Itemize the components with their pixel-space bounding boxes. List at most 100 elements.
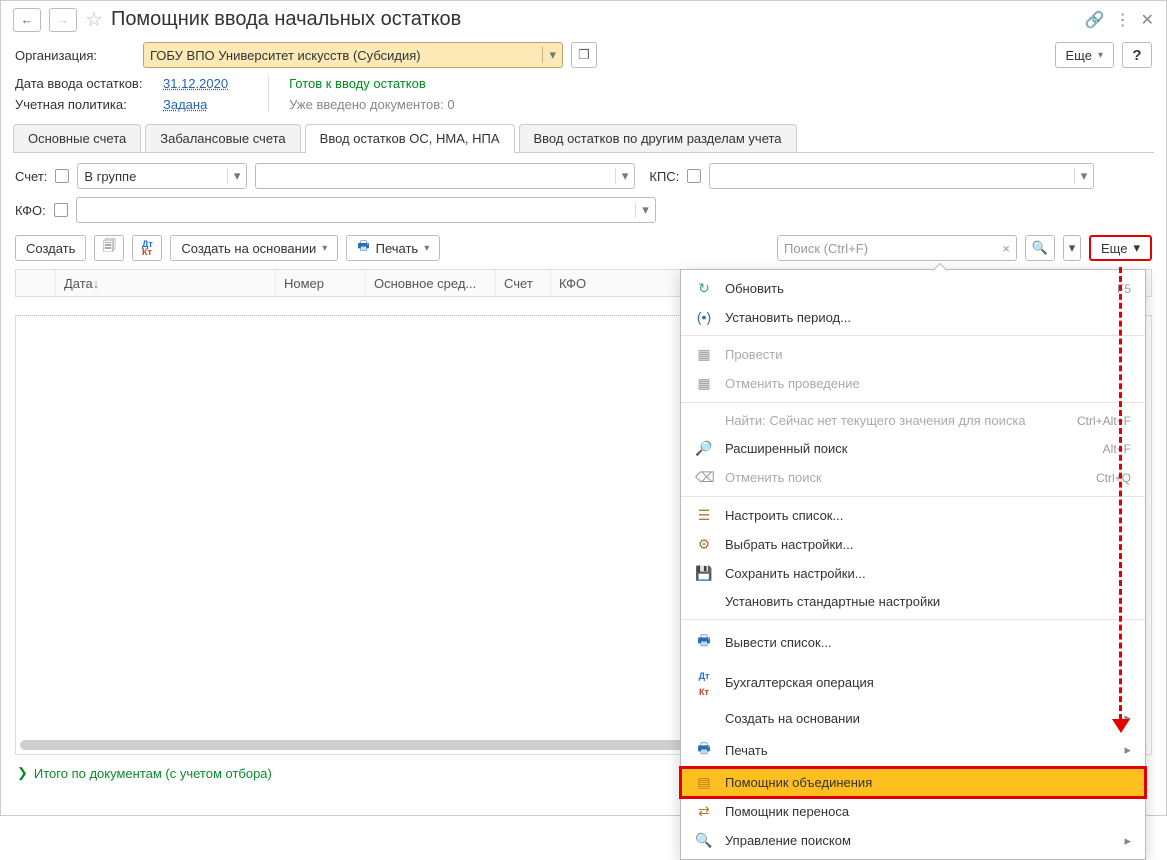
chevron-down-icon[interactable]: ▾	[542, 47, 556, 63]
menu-label: Обновить	[725, 281, 1105, 296]
menu-icon: ДтКт	[695, 666, 713, 698]
menu-label: Найти: Сейчас нет текущего значения для …	[725, 413, 1065, 428]
dtkt-button[interactable]: ДтКт	[132, 235, 162, 261]
menu-item: Найти: Сейчас нет текущего значения для …	[681, 407, 1145, 434]
menu-item[interactable]: 🖶 Вывести список...	[681, 624, 1145, 660]
menu-icon: ↻	[695, 280, 713, 297]
menu-item[interactable]: ↻ОбновитьF5	[681, 274, 1145, 303]
menu-icon: ⚙	[695, 536, 713, 553]
menu-item[interactable]: 🔎Расширенный поискAlt+F	[681, 434, 1145, 463]
kps-select[interactable]: ▾	[709, 163, 1094, 189]
menu-label: Сохранить настройки...	[725, 566, 1131, 581]
menu-label: Установить период...	[725, 310, 1131, 325]
menu-item[interactable]: ⇄ Помощник переноса	[681, 797, 1145, 826]
schet-label: Счет:	[15, 169, 47, 184]
docs-count: Уже введено документов: 0	[289, 97, 455, 112]
link-icon[interactable]: 🔗	[1085, 10, 1105, 30]
menu-item[interactable]: 🖶 Печать ▸	[681, 732, 1145, 768]
menu-label: Расширенный поиск	[725, 441, 1091, 456]
menu-label: Управление поиском	[725, 833, 1112, 848]
copy-button[interactable]: 🗐	[94, 235, 124, 261]
toolbar-more-button[interactable]: Еще▾	[1089, 235, 1152, 261]
org-label: Организация:	[15, 48, 135, 63]
menu-label: Бухгалтерская операция	[725, 675, 1131, 690]
menu-item[interactable]: (•) Установить период...	[681, 303, 1145, 331]
nav-back-button[interactable]: ←	[13, 8, 41, 32]
help-button[interactable]: ?	[1122, 42, 1152, 68]
menu-label: Настроить список...	[725, 508, 1131, 523]
menu-icon: ▦	[695, 375, 713, 392]
search-button[interactable]: 🔍	[1025, 235, 1055, 261]
menu-icon: 🖶	[695, 630, 713, 654]
search-dd-button[interactable]: ▾	[1063, 235, 1081, 261]
menu-icon: 🔍	[695, 832, 713, 849]
kfo-select[interactable]: ▾	[76, 197, 656, 223]
tab-os-nma[interactable]: Ввод остатков ОС, НМА, НПА	[305, 124, 515, 152]
create-based-button[interactable]: Создать на основании▾	[170, 235, 338, 261]
menu-item[interactable]: Установить стандартные настройки	[681, 588, 1145, 615]
nav-forward-button[interactable]: →	[49, 8, 77, 32]
menu-icon: ⇄	[695, 803, 713, 820]
org-select[interactable]: ГОБУ ВПО Университет искусств (Субсидия)…	[143, 42, 563, 68]
group-select[interactable]: В группе▾	[77, 163, 247, 189]
menu-icon: (•)	[695, 309, 713, 325]
menu-label: Печать	[725, 743, 1112, 758]
close-icon[interactable]: ✕	[1141, 10, 1154, 30]
org-open-button[interactable]: ❐	[571, 42, 597, 68]
kps-checkbox[interactable]	[687, 169, 701, 183]
chevron-right-icon: ❯	[17, 765, 28, 781]
menu-label: Вывести список...	[725, 635, 1131, 650]
grid-col-date[interactable]: Дата	[56, 270, 276, 296]
printer-icon: 🖶	[357, 237, 369, 259]
policy-label: Учетная политика:	[15, 97, 155, 112]
menu-item[interactable]: Создать на основании▸	[681, 704, 1145, 732]
menu-icon: ▦	[695, 346, 713, 363]
schet-checkbox[interactable]	[55, 169, 69, 183]
menu-item: ⌫Отменить поискCtrl+Q	[681, 463, 1145, 492]
search-input[interactable]: Поиск (Ctrl+F) ×	[777, 235, 1017, 261]
menu-item[interactable]: ☰ Настроить список...	[681, 501, 1145, 530]
menu-item: ▦ Провести	[681, 340, 1145, 369]
search-placeholder: Поиск (Ctrl+F)	[784, 241, 868, 256]
tab-other[interactable]: Ввод остатков по другим разделам учета	[519, 124, 797, 152]
tabs: Основные счета Забалансовые счета Ввод о…	[13, 124, 1154, 153]
menu-icon: ▤	[695, 774, 713, 791]
policy-link[interactable]: Задана	[163, 97, 207, 112]
menu-item[interactable]: ▤ Помощник объединения	[681, 768, 1145, 797]
grid-col-asset[interactable]: Основное сред...	[366, 270, 496, 296]
status-text: Готов к вводу остатков	[289, 76, 455, 91]
kps-label: КПС:	[649, 169, 679, 184]
submenu-icon: ▸	[1124, 742, 1131, 758]
header-more-button[interactable]: Еще▾	[1055, 42, 1114, 68]
grid-col-schet[interactable]: Счет	[496, 270, 551, 296]
favorite-star-icon[interactable]: ☆	[85, 7, 103, 32]
menu-icon: ☰	[695, 507, 713, 524]
menu-item[interactable]: 💾 Сохранить настройки...	[681, 559, 1145, 588]
menu-label: Помощник переноса	[725, 804, 1131, 819]
kfo-label: КФО:	[15, 203, 46, 218]
menu-item: ▦Отменить проведение	[681, 369, 1145, 398]
grid-col-marker[interactable]	[16, 270, 56, 296]
create-button[interactable]: Создать	[15, 235, 86, 261]
kebab-icon[interactable]: ⋮	[1115, 10, 1131, 30]
menu-item[interactable]: ⚙ Выбрать настройки...	[681, 530, 1145, 559]
menu-label: Выбрать настройки...	[725, 537, 1131, 552]
tab-main-accounts[interactable]: Основные счета	[13, 124, 141, 152]
kfo-checkbox[interactable]	[54, 203, 68, 217]
tab-offbalance[interactable]: Забалансовые счета	[145, 124, 300, 152]
menu-label: Провести	[725, 347, 1131, 362]
menu-icon: 🔎	[695, 440, 713, 457]
menu-label: Помощник объединения	[725, 775, 1131, 790]
menu-item[interactable]: 🔍 Управление поиском ▸	[681, 826, 1145, 855]
org-value: ГОБУ ВПО Университет искусств (Субсидия)	[150, 48, 421, 63]
grid-col-number[interactable]: Номер	[276, 270, 366, 296]
schet-select[interactable]: ▾	[255, 163, 635, 189]
menu-item[interactable]: ДтКт Бухгалтерская операция	[681, 660, 1145, 704]
submenu-icon: ▸	[1124, 833, 1131, 849]
menu-icon: 💾	[695, 565, 713, 582]
menu-icon: 🖶	[695, 738, 713, 762]
clear-search-icon[interactable]: ×	[1002, 241, 1010, 256]
date-link[interactable]: 31.12.2020	[163, 76, 228, 91]
menu-label: Установить стандартные настройки	[725, 594, 1131, 609]
print-button[interactable]: 🖶Печать▾	[346, 235, 440, 261]
